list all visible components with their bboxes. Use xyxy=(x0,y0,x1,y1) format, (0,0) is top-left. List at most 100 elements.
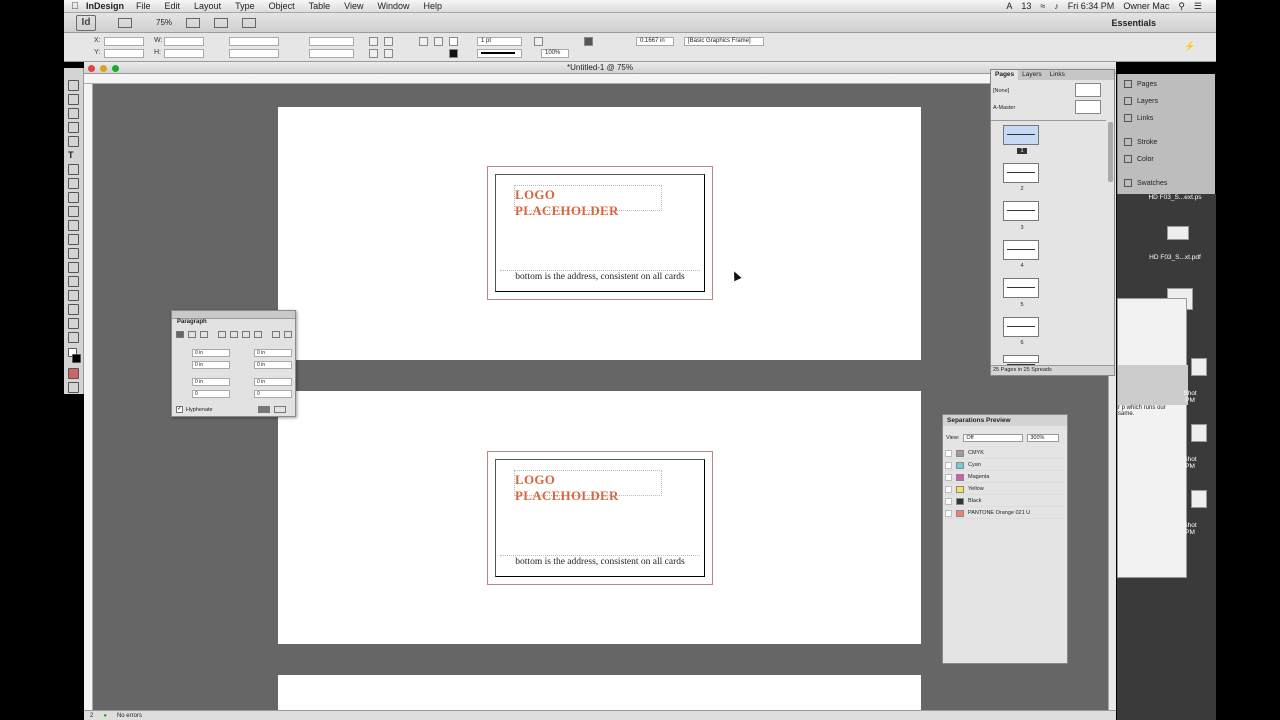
flip-v-icon[interactable] xyxy=(384,49,393,58)
free-transform-tool-icon[interactable] xyxy=(68,248,79,259)
align-left-icon[interactable] xyxy=(176,331,184,338)
screen-mode-tool-icon[interactable] xyxy=(68,382,79,393)
tab-links[interactable]: Links xyxy=(1046,70,1069,80)
gap-tool-icon[interactable] xyxy=(68,122,79,133)
master-none-thumb[interactable] xyxy=(1075,83,1101,97)
grid-align-on-icon[interactable] xyxy=(274,406,286,413)
stroke-color-icon[interactable] xyxy=(72,354,81,363)
visibility-toggle[interactable] xyxy=(945,509,952,517)
panel-header[interactable] xyxy=(172,311,295,319)
shear-field[interactable] xyxy=(309,49,354,58)
last-line-indent-field[interactable]: 0 in xyxy=(254,361,292,369)
volume-icon[interactable]: ♪ xyxy=(1054,1,1059,11)
apple-menu-icon[interactable]:  xyxy=(64,1,86,12)
screenshot-label[interactable]: Shot PM xyxy=(1165,522,1215,536)
pages-scroll-thumb[interactable] xyxy=(1108,122,1113,182)
dock-swatches[interactable]: Swatches xyxy=(1124,179,1167,187)
dock-color[interactable]: Color xyxy=(1124,155,1154,163)
justify-center-icon[interactable] xyxy=(230,331,238,338)
justify-left-icon[interactable] xyxy=(218,331,226,338)
pen-tool-icon[interactable] xyxy=(68,178,79,189)
menu-window[interactable]: Window xyxy=(377,1,409,11)
justify-right-icon[interactable] xyxy=(242,331,250,338)
screenshot-label[interactable]: Shot PM xyxy=(1165,390,1215,404)
menu-app-name[interactable]: InDesign xyxy=(86,1,124,11)
page-thumb-3[interactable] xyxy=(1003,201,1039,221)
visibility-toggle[interactable] xyxy=(945,485,952,493)
screenshot-icon[interactable] xyxy=(1191,490,1207,508)
zoom-window-icon[interactable] xyxy=(112,65,119,72)
menu-view[interactable]: View xyxy=(344,1,363,11)
scissors-tool-icon[interactable] xyxy=(68,234,79,245)
master-a[interactable]: A-Master xyxy=(993,105,1015,111)
select-container-icon[interactable] xyxy=(419,37,428,46)
hyphenate-checkbox[interactable]: ✓ xyxy=(176,406,183,413)
page-thumb-6[interactable] xyxy=(1003,317,1039,337)
stroke-weight-field[interactable]: 1 pt xyxy=(477,37,522,46)
align-away-spine-icon[interactable] xyxy=(284,331,292,338)
grid-align-off-icon[interactable] xyxy=(258,406,270,413)
space-before-field[interactable]: 0 in xyxy=(192,378,230,386)
spotlight-icon[interactable]: ⚲ xyxy=(1178,1,1185,12)
menu-table[interactable]: Table xyxy=(309,1,331,11)
desktop-file-label[interactable]: HD F03_S...xt.pdf xyxy=(1145,254,1205,261)
drop-cap-chars-field[interactable]: 0 xyxy=(254,390,292,398)
object-style-select[interactable]: [Basic Graphics Frame] xyxy=(684,37,764,46)
x-field[interactable] xyxy=(104,37,144,46)
page-thumb-7[interactable] xyxy=(1003,355,1039,365)
view-select[interactable]: Off xyxy=(963,434,1024,442)
vertical-ruler[interactable] xyxy=(84,84,93,710)
scale-x-field[interactable] xyxy=(229,37,279,46)
h-field[interactable] xyxy=(164,49,204,58)
stroke-swatch-icon[interactable] xyxy=(449,49,458,58)
w-field[interactable] xyxy=(164,37,204,46)
minimize-window-icon[interactable] xyxy=(100,65,107,72)
visibility-toggle[interactable] xyxy=(945,461,952,469)
pencil-tool-icon[interactable] xyxy=(68,192,79,203)
menu-type[interactable]: Type xyxy=(235,1,255,11)
page-thumb-2[interactable] xyxy=(1003,163,1039,183)
y-field[interactable] xyxy=(104,49,144,58)
tab-pages[interactable]: Pages xyxy=(991,70,1019,80)
menu-layout[interactable]: Layout xyxy=(194,1,221,11)
page-2[interactable]: LOGO PLACEHOLDER bottom is the address, … xyxy=(278,391,921,644)
dock-links[interactable]: Links xyxy=(1124,114,1153,122)
address-text[interactable]: bottom is the address, consistent on all… xyxy=(500,270,700,288)
flip-h-icon[interactable] xyxy=(369,49,378,58)
rectangle-tool-icon[interactable] xyxy=(68,220,79,231)
ink-row[interactable]: CMYK xyxy=(945,448,1063,459)
ink-row[interactable]: PANTONE Orange 021 U xyxy=(945,508,1063,519)
screen-mode-icon[interactable] xyxy=(214,17,229,28)
page-number-field[interactable]: 2 xyxy=(90,713,93,719)
page-thumb-4[interactable] xyxy=(1003,240,1039,260)
note-tool-icon[interactable] xyxy=(68,290,79,301)
bridge-icon[interactable] xyxy=(118,17,132,28)
justify-all-icon[interactable] xyxy=(254,331,262,338)
lightning-icon[interactable]: ⚡ xyxy=(1184,41,1195,51)
card-frame[interactable]: LOGO PLACEHOLDER bottom is the address, … xyxy=(487,451,713,585)
view-options-icon[interactable] xyxy=(186,17,201,28)
menu-file[interactable]: File xyxy=(136,1,151,11)
desktop-file-label[interactable]: HD F03_S...ext.ps xyxy=(1145,194,1205,201)
master-a-thumb[interactable] xyxy=(1075,100,1101,114)
gradient-feather-tool-icon[interactable] xyxy=(68,276,79,287)
fill-swatch-icon[interactable] xyxy=(449,37,458,46)
ink-row[interactable]: Cyan xyxy=(945,460,1063,471)
ink-row[interactable]: Magenta xyxy=(945,472,1063,483)
offset-field[interactable]: 0.1667 in xyxy=(636,37,674,46)
apply-none-icon[interactable] xyxy=(68,368,79,379)
page-thumb-1[interactable] xyxy=(1003,125,1039,145)
horizontal-ruler[interactable] xyxy=(84,74,1108,84)
menu-help[interactable]: Help xyxy=(424,1,443,11)
align-towards-spine-icon[interactable] xyxy=(272,331,280,338)
line-tool-icon[interactable] xyxy=(68,164,79,175)
visibility-toggle[interactable] xyxy=(945,473,952,481)
wifi-icon[interactable]: ≈ xyxy=(1040,1,1045,11)
address-text[interactable]: bottom is the address, consistent on all… xyxy=(500,555,700,573)
logo-placeholder[interactable]: LOGO PLACEHOLDER xyxy=(514,185,662,218)
hand-tool-icon[interactable] xyxy=(68,318,79,329)
card-frame[interactable]: LOGO PLACEHOLDER bottom is the address, … xyxy=(487,166,713,300)
gradient-tool-icon[interactable] xyxy=(68,262,79,273)
align-right-icon[interactable] xyxy=(200,331,208,338)
zoom-tool-icon[interactable] xyxy=(68,332,79,343)
